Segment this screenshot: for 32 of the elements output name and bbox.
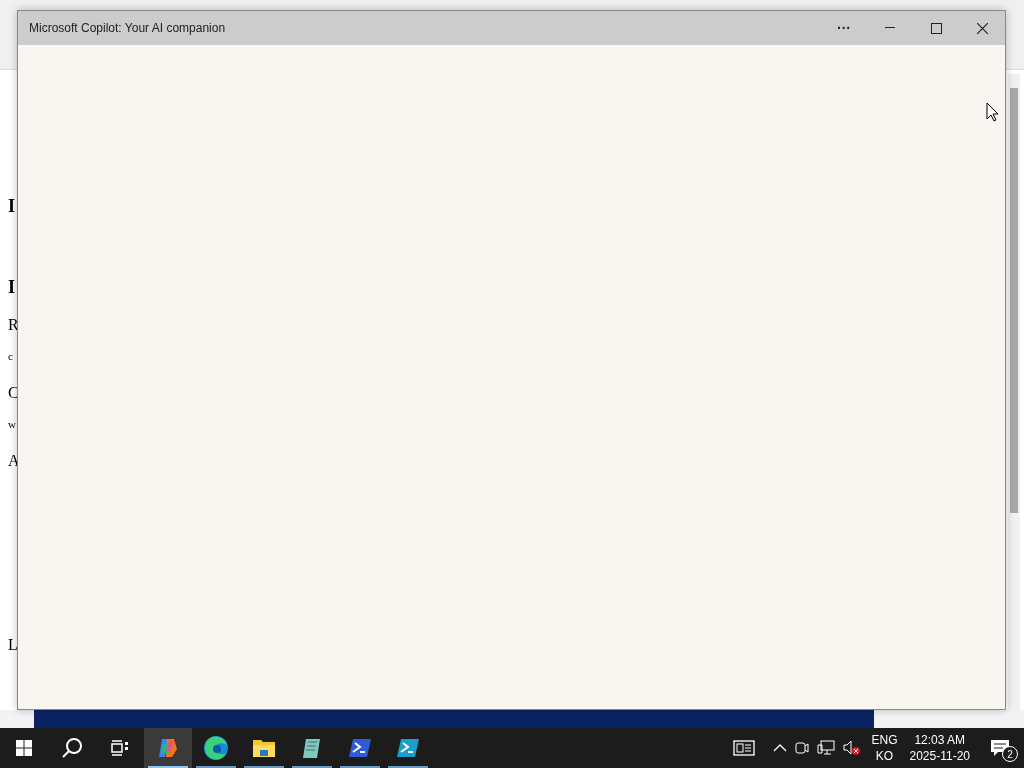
language-button[interactable]: ENG KO	[865, 728, 904, 768]
document-text: R	[8, 316, 19, 334]
chevron-up-icon	[773, 744, 788, 752]
folder-icon	[252, 737, 276, 759]
search-icon	[61, 737, 83, 759]
scrollbar[interactable]	[1008, 74, 1020, 710]
edge-icon	[203, 735, 229, 761]
clock-button[interactable]: 12:03 AM 2025-11-20	[903, 728, 976, 768]
scrollbar-thumb[interactable]	[1010, 88, 1018, 513]
more-button[interactable]: ···	[821, 11, 867, 45]
network-icon	[817, 740, 836, 756]
maximize-icon	[930, 22, 942, 34]
windows-icon	[16, 740, 32, 756]
document-text: I	[8, 277, 15, 298]
notifications-button[interactable]: 2	[976, 728, 1024, 768]
powershell-icon	[348, 737, 372, 759]
taskbar-app[interactable]	[144, 728, 192, 768]
terminal-icon	[396, 737, 420, 759]
minimize-icon	[885, 27, 895, 29]
camera-icon	[795, 740, 810, 756]
close-icon	[976, 22, 988, 34]
document-text: I	[8, 196, 15, 217]
task-view-icon	[111, 740, 129, 756]
cursor-icon	[986, 102, 999, 122]
notification-count: 2	[1002, 746, 1018, 762]
news-icon	[733, 740, 758, 756]
window-title: Microsoft Copilot: Your AI companion	[29, 21, 227, 35]
copilot-icon	[156, 736, 180, 760]
document-text: w	[8, 418, 16, 430]
speaker-muted-icon	[843, 740, 862, 756]
document-text: c	[8, 350, 13, 362]
document-text: L	[8, 636, 18, 654]
